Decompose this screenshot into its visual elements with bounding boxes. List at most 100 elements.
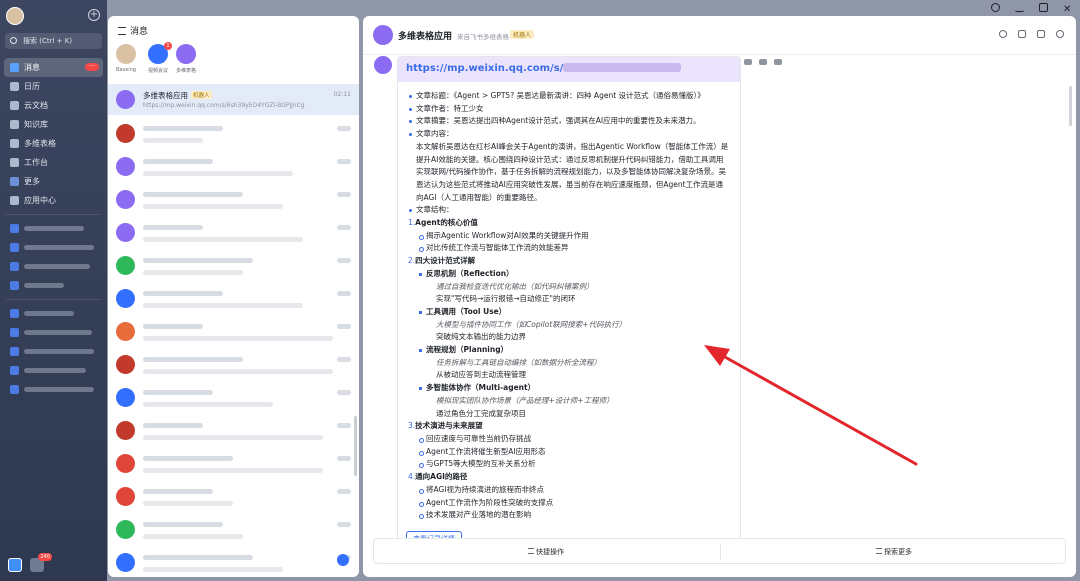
arrow-shaft <box>714 350 918 466</box>
explore-more-button[interactable]: 探索更多 <box>876 547 912 557</box>
shortcut-icon <box>10 309 19 318</box>
quick-action-button[interactable]: 快捷操作 <box>528 547 564 557</box>
settings-icon[interactable] <box>1056 30 1064 38</box>
card-line: 多智能体协作（Multi-agent） <box>408 382 730 395</box>
annotation-arrow <box>704 345 918 466</box>
user-avatar[interactable] <box>6 7 24 25</box>
message-icon <box>10 63 19 72</box>
card-url[interactable]: https://mp.weixin.qq.com/s/ <box>406 63 563 74</box>
check-icon[interactable] <box>1037 30 1046 38</box>
pinned-contact[interactable]: Baoxing <box>114 44 138 73</box>
nav-item-wiki[interactable]: 知识库 <box>4 115 103 134</box>
minimize-icon[interactable] <box>1015 7 1025 12</box>
nav-shortcut[interactable] <box>4 276 103 295</box>
nav-item-base[interactable]: 多维表格 <box>4 134 103 153</box>
nav-shortcut[interactable] <box>4 361 103 380</box>
app-center-icon <box>10 196 19 205</box>
chat-item[interactable] <box>108 514 359 545</box>
notification-count: 240 <box>38 553 52 561</box>
section-heading: 1.Agent的核心价值 <box>408 217 730 230</box>
nav-item-calendar[interactable]: 日历 <box>4 77 103 96</box>
conversation-scrollbar[interactable] <box>1069 86 1072 126</box>
chat-name: 多维表格应用 <box>143 91 188 100</box>
card-line: 实现"写代码→运行报错→自动修正"的闭环 <box>436 294 576 304</box>
left-nav: + 搜索 (Ctrl + K) 消息 ··· 日历 云文档 知识库 多维表格 工作… <box>0 0 107 581</box>
menu-icon[interactable] <box>118 27 126 35</box>
avatar <box>116 44 136 64</box>
chat-item[interactable] <box>108 316 359 347</box>
nav-item-docs[interactable]: 云文档 <box>4 96 103 115</box>
pinned-contact[interactable]: 多维表格 <box>174 44 198 74</box>
nav-shortcut[interactable] <box>4 238 103 257</box>
card-header[interactable]: https://mp.weixin.qq.com/s/ <box>398 57 740 82</box>
card-line: 对比传统工作流与智能体工作流的效能差异 <box>408 242 730 255</box>
share-icon[interactable] <box>1018 30 1027 38</box>
nav-divider <box>6 214 101 215</box>
card-line: 揭示Agentic Workflow对AI效果的关键提升作用 <box>408 230 730 243</box>
thumbs-up-icon[interactable] <box>744 59 752 65</box>
nav-shortcut[interactable] <box>4 342 103 361</box>
search-icon[interactable] <box>999 30 1008 38</box>
chat-time: 02:11 <box>333 91 351 98</box>
history-icon[interactable] <box>991 3 1001 12</box>
menu-icon <box>876 548 882 554</box>
nav-shortcut[interactable] <box>4 323 103 342</box>
arrow-head <box>704 345 730 366</box>
pinned-contacts: Baoxing 1 视频会议 多维表格 <box>114 42 354 84</box>
card-line: 技术发展对产业落地的潜在影响 <box>408 509 730 522</box>
card-line: 文章作者：特工少女 <box>408 103 730 116</box>
avatar <box>116 157 135 176</box>
conversation-panel: 多维表格应用 来自飞书多维表格 机器人 https://mp.weixin.qq… <box>363 16 1076 577</box>
chat-item[interactable] <box>108 217 359 248</box>
maximize-icon[interactable] <box>1039 3 1049 12</box>
nav-shortcut[interactable] <box>4 380 103 399</box>
nav-item-app-center[interactable]: 应用中心 <box>4 191 103 210</box>
chat-item[interactable] <box>108 151 359 182</box>
chat-item-selected[interactable]: 多维表格应用 机器人 02:11 https://mp.weixin.qq.com… <box>108 84 359 115</box>
card-body: 文章标题：《Agent > GPT5? 吴恩达最新演讲：四种 Agent 设计范… <box>398 82 740 530</box>
shortcut-icon <box>10 385 19 394</box>
more-icon[interactable] <box>773 59 782 65</box>
nav-item-messages[interactable]: 消息 ··· <box>4 58 103 77</box>
nav-shortcut[interactable] <box>4 257 103 276</box>
card-line: Agent工作流作为阶段性突破的支撑点 <box>408 497 730 510</box>
chat-item[interactable] <box>108 283 359 314</box>
chat-list-scrollbar[interactable] <box>354 416 357 476</box>
nav-item-more[interactable]: 更多 <box>4 172 103 191</box>
chat-item[interactable] <box>108 184 359 215</box>
notification-icon[interactable]: 240 <box>30 553 52 572</box>
chat-item[interactable] <box>108 118 359 149</box>
chat-item[interactable] <box>108 382 359 413</box>
chat-preview: https://mp.weixin.qq.com/s/6sh39yEO4YGZl… <box>143 102 305 109</box>
nav-shortcut[interactable] <box>4 219 103 238</box>
close-icon[interactable]: ✕ <box>1063 5 1072 15</box>
pinned-contact[interactable]: 1 视频会议 <box>146 42 172 74</box>
chat-item[interactable] <box>108 250 359 281</box>
new-plus-icon[interactable]: + <box>88 9 100 21</box>
nav-shortcut[interactable] <box>4 304 103 323</box>
nav-divider <box>6 299 101 300</box>
chat-item[interactable] <box>108 415 359 446</box>
chat-item[interactable] <box>108 547 359 577</box>
search-icon <box>10 37 17 44</box>
card-line: 本文解析吴恩达在红杉AI峰会关于Agent的演讲，指出Agentic Workf… <box>416 141 729 202</box>
chat-item[interactable] <box>108 349 359 380</box>
more-badge: ··· <box>85 63 99 71</box>
section-heading: 4.通向AGI的路径 <box>408 471 730 484</box>
base-app-icon <box>176 44 196 64</box>
forward-icon[interactable] <box>758 59 767 65</box>
new-message-button[interactable] <box>337 554 349 566</box>
chat-item[interactable] <box>108 448 359 479</box>
card-line: 将AGI视为持续演进的旅程而非终点 <box>408 484 730 497</box>
chat-item[interactable] <box>108 481 359 512</box>
shortcut-icon <box>10 328 19 337</box>
nav-item-workplace[interactable]: 工作台 <box>4 153 103 172</box>
conversation-title: 多维表格应用 <box>398 32 453 42</box>
card-line: 与GPT5等大模型的互补关系分析 <box>408 458 730 471</box>
header-divider <box>363 54 1076 55</box>
card-line: 流程规划（Planning） <box>408 344 730 357</box>
search-box[interactable]: 搜索 (Ctrl + K) <box>5 33 102 49</box>
feishu-logo-icon[interactable] <box>8 558 22 572</box>
avatar <box>116 421 135 440</box>
bot-avatar <box>116 90 135 109</box>
